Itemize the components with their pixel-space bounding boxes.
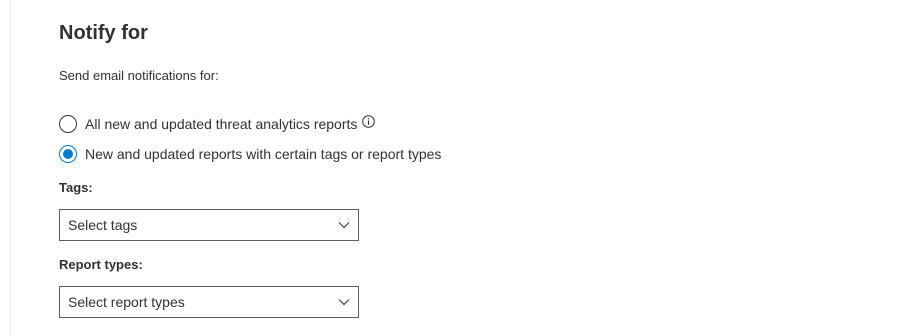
section-subtitle: Send email notifications for: [59,68,219,83]
chevron-down-icon [338,296,350,308]
radio-tagged-reports[interactable]: New and updated reports with certain tag… [59,145,441,163]
report-types-dropdown-placeholder: Select report types [68,294,185,310]
tags-dropdown-placeholder: Select tags [68,217,138,233]
report-types-label: Report types: [59,257,143,272]
report-types-dropdown[interactable]: Select report types [59,286,359,318]
chevron-down-icon [338,219,350,231]
radio-all-reports[interactable]: All new and updated threat analytics rep… [59,114,376,133]
notify-settings-page: Notify for Send email notifications for:… [0,0,918,335]
panel-divider [10,0,11,335]
radio-button-all-reports[interactable] [59,115,77,133]
tags-label: Tags: [59,180,93,195]
radio-label-tagged-reports: New and updated reports with certain tag… [85,146,442,162]
tags-dropdown[interactable]: Select tags [59,209,359,241]
radio-label-all-reports: All new and updated threat analytics rep… [85,116,358,132]
radio-button-tagged-reports[interactable] [59,145,77,163]
info-icon[interactable] [362,114,376,128]
section-title: Notify for [59,22,148,44]
